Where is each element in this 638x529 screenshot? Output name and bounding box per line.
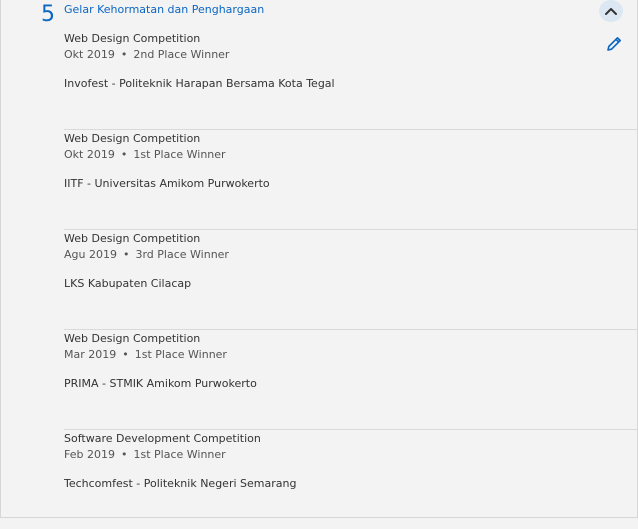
award-meta: Feb 2019 • 1st Place Winner <box>64 448 226 461</box>
award-title: Web Design Competition <box>64 132 201 145</box>
award-place: 1st Place Winner <box>133 448 226 461</box>
section-title[interactable]: Gelar Kehormatan dan Penghargaan <box>64 3 264 16</box>
award-title: Software Development Competition <box>64 432 261 445</box>
section-count: 5 <box>41 2 55 27</box>
award-issuer: Techcomfest - Politeknik Negeri Semarang <box>64 477 297 490</box>
award-meta: Okt 2019 • 1st Place Winner <box>64 148 226 161</box>
award-place: 3rd Place Winner <box>135 248 229 261</box>
chevron-up-icon <box>605 7 617 15</box>
award-title: Web Design Competition <box>64 32 201 45</box>
meta-separator: • <box>122 248 130 261</box>
award-title: Web Design Competition <box>64 332 201 345</box>
award-date: Mar 2019 <box>64 348 117 361</box>
award-issuer: Invofest - Politeknik Harapan Bersama Ko… <box>64 77 335 90</box>
award-place: 2nd Place Winner <box>133 48 230 61</box>
collapse-button[interactable] <box>599 0 623 22</box>
list-item: Web Design Competition Okt 2019 • 2nd Plac… <box>64 30 637 130</box>
awards-list: Web Design Competition Okt 2019 • 2nd Plac… <box>64 30 637 529</box>
list-item: Software Development Competition Feb 201… <box>64 430 637 529</box>
accomplishments-panel: 5 Gelar Kehormatan dan Penghargaan Web D… <box>0 0 638 518</box>
list-item: Web Design Competition Mar 2019 • 1st Plac… <box>64 330 637 430</box>
meta-separator: • <box>120 448 128 461</box>
award-issuer: LKS Kabupaten Cilacap <box>64 277 192 290</box>
award-place: 1st Place Winner <box>134 348 227 361</box>
award-date: Agu 2019 <box>64 248 117 261</box>
list-item: Web Design Competition Agu 2019 • 3rd Plac… <box>64 230 637 330</box>
award-date: Okt 2019 <box>64 48 115 61</box>
meta-separator: • <box>120 148 128 161</box>
award-meta: Agu 2019 • 3rd Place Winner <box>64 248 229 261</box>
award-meta: Okt 2019 • 2nd Place Winner <box>64 48 229 61</box>
list-item: Web Design Competition Okt 2019 • 1st Plac… <box>64 130 637 230</box>
award-date: Feb 2019 <box>64 448 115 461</box>
meta-separator: • <box>122 348 129 361</box>
award-date: Okt 2019 <box>64 148 115 161</box>
award-issuer: PRIMA - STMIK Amikom Purwokerto <box>64 377 257 390</box>
meta-separator: • <box>120 48 128 61</box>
award-place: 1st Place Winner <box>133 148 226 161</box>
award-issuer: IITF - Universitas Amikom Purwokerto <box>64 177 270 190</box>
award-title: Web Design Competition <box>64 232 201 245</box>
award-meta: Mar 2019 • 1st Place Winner <box>64 348 227 361</box>
